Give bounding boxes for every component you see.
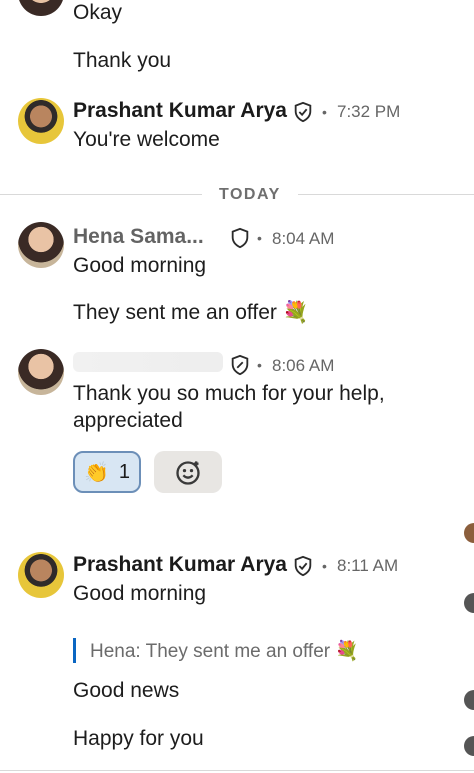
avatar-prashant[interactable] — [18, 552, 64, 598]
seen-avatar-icon — [464, 523, 474, 543]
message-thank-you: Thank you — [73, 49, 172, 72]
seen-avatar-icon — [464, 690, 474, 710]
message-okay: Okay — [73, 1, 123, 24]
seen-avatar-icon — [464, 593, 474, 613]
avatar-hena[interactable] — [18, 222, 64, 268]
message-good-news: Good news — [73, 679, 180, 702]
verified-badge-icon — [231, 354, 249, 376]
add-emoji-icon — [176, 461, 200, 485]
avatar-hena-top[interactable] — [18, 0, 64, 16]
message-time: 8:06 AM — [272, 356, 335, 375]
seen-avatar-icon — [464, 736, 474, 756]
message-welcome: You're welcome — [73, 128, 220, 151]
verified-badge-icon — [294, 101, 312, 123]
sender-name-blurred — [73, 352, 223, 372]
date-divider-line-right — [298, 194, 474, 195]
avatar-hena[interactable] — [18, 349, 64, 395]
reaction-count: 1 — [118, 460, 131, 483]
message-time: 7:32 PM — [337, 102, 401, 121]
separator-dot: • — [257, 230, 262, 246]
add-reaction-button[interactable] — [154, 451, 222, 493]
message-time: 8:11 AM — [337, 556, 399, 575]
message-good-morning: Good morning — [73, 254, 207, 277]
separator-dot: • — [322, 558, 327, 574]
message-time: 8:04 AM — [272, 229, 335, 248]
sender-name[interactable]: Hena Sama... — [73, 225, 204, 249]
clap-emoji-icon: 👏 — [83, 461, 109, 484]
avatar-prashant[interactable] — [18, 98, 64, 144]
verified-badge-icon — [294, 555, 312, 577]
sender-name[interactable]: Prashant Kumar Arya — [73, 99, 287, 123]
bottom-divider — [0, 770, 474, 771]
message-thanks: Thank you so much for your help, appreci… — [73, 382, 385, 432]
quoted-message[interactable]: Hena: They sent me an offer 💐 — [90, 639, 359, 663]
date-divider-line-left — [0, 194, 202, 195]
separator-dot: • — [322, 104, 327, 120]
quote-bar — [73, 638, 76, 663]
sender-name[interactable]: Prashant Kumar Arya — [73, 553, 287, 577]
date-divider-label: TODAY — [219, 186, 281, 203]
separator-dot: • — [257, 357, 262, 373]
message-happy-for-you: Happy for you — [73, 727, 204, 750]
message-good-morning: Good morning — [73, 582, 207, 605]
message-offer: They sent me an offer 💐 — [73, 301, 309, 324]
reaction-clap-button[interactable]: 👏 1 — [73, 451, 141, 493]
verified-badge-icon — [231, 227, 249, 249]
